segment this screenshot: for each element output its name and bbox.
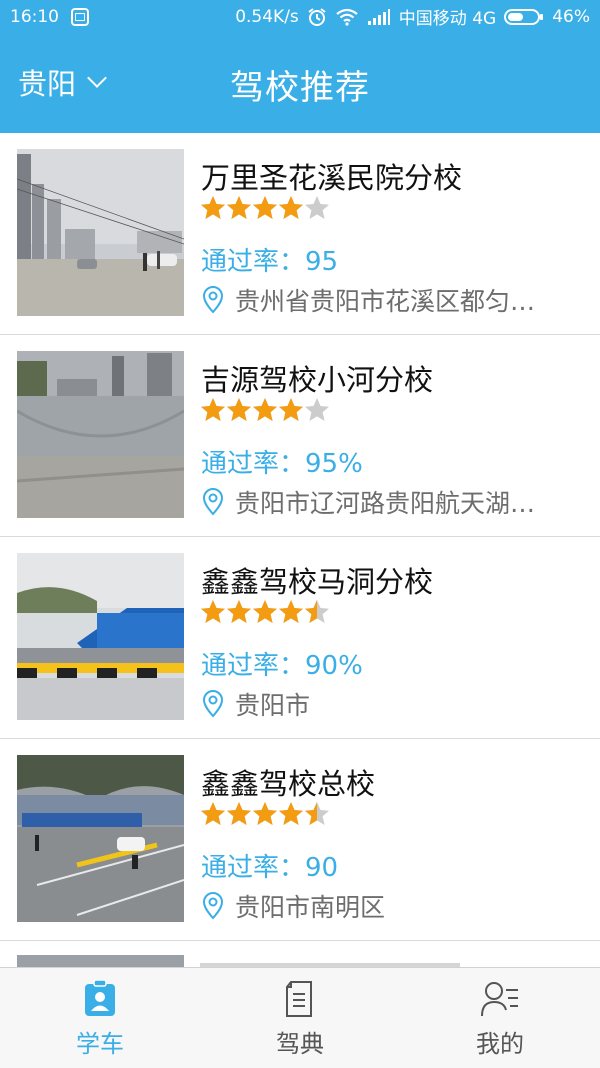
star-icon [227,802,251,825]
star-icon [279,802,303,825]
school-photo [17,553,184,720]
school-card[interactable]: 鑫鑫驾校总校 通过率：90 贵阳市南明区 [0,739,600,941]
star-icon [227,398,251,421]
star-icon [305,600,329,623]
document-icon [286,981,312,1017]
page-title: 驾校推荐 [230,68,370,108]
star-icon [305,398,329,421]
address-text: 贵阳市辽河路贵阳航天湖… [235,489,536,518]
location-pin-icon [202,690,224,718]
tab-label: 学车 [76,1030,124,1058]
star-icon [305,196,329,219]
star-rating [200,195,330,221]
tab-driving-guide[interactable]: 驾典 [200,968,400,1068]
location-pin-icon [202,286,224,314]
school-name: 鑫鑫驾校总校 [201,767,376,801]
battery-icon [504,8,544,25]
star-icon [279,398,303,421]
star-rating [200,801,330,827]
status-time: 16:10 [10,6,59,27]
star-icon [253,398,277,421]
location-pin-icon [202,892,224,920]
id-badge-icon [85,980,115,1016]
tab-label: 驾典 [276,1030,324,1058]
notification-app-icon [71,7,89,26]
school-name: 吉源驾校小河分校 [201,363,434,397]
star-icon [201,802,225,825]
star-icon [201,600,225,623]
battery-percent: 46% [552,6,590,27]
school-photo [17,755,184,922]
school-photo [17,351,184,518]
pass-rate: 通过率：95 [201,247,339,277]
star-rating [200,397,330,423]
school-name: 鑫鑫驾校马洞分校 [201,565,434,599]
school-list: 万里圣花溪民院分校 通过率：95 贵州省贵阳市花溪区都匀… 吉源驾校小河分校 通… [0,133,600,941]
address-text: 贵州省贵阳市花溪区都匀… [235,287,536,316]
pass-rate: 通过率：90% [201,651,363,681]
school-address: 贵阳市辽河路贵阳航天湖… [201,484,581,520]
school-name: 万里圣花溪民院分校 [201,161,463,195]
school-address: 贵州省贵阳市花溪区都匀… [201,282,581,318]
school-card[interactable]: 鑫鑫驾校马洞分校 通过率：90% 贵阳市 [0,537,600,739]
wifi-icon [336,8,358,26]
user-profile-icon [481,982,518,1017]
star-icon [279,600,303,623]
pass-rate: 通过率：95% [201,449,363,479]
star-icon [305,802,329,825]
star-rating [200,599,330,625]
carrier-label: 中国移动 4G [398,9,497,29]
location-pin-icon [202,488,224,516]
school-address: 贵阳市南明区 [201,888,581,924]
tab-learn-driving[interactable]: 学车 [0,968,200,1068]
star-icon [253,600,277,623]
bottom-tab-bar: 学车 驾典 我的 [0,967,600,1068]
app-header: 贵阳 驾校推荐 [0,33,600,133]
address-text: 贵阳市 [235,691,311,720]
star-icon [253,802,277,825]
signal-icon [367,8,390,25]
school-card[interactable]: 吉源驾校小河分校 通过率：95% 贵阳市辽河路贵阳航天湖… [0,335,600,537]
school-address: 贵阳市 [201,686,581,722]
star-icon [227,600,251,623]
star-icon [279,196,303,219]
status-bar: 16:10 0.54K/s 中国移动 4G 46% [0,0,600,33]
star-icon [201,398,225,421]
network-speed: 0.54K/s [235,6,299,27]
school-photo [17,149,184,316]
tab-label: 我的 [476,1030,524,1058]
star-icon [201,196,225,219]
address-text: 贵阳市南明区 [235,893,386,922]
school-card[interactable]: 万里圣花溪民院分校 通过率：95 贵州省贵阳市花溪区都匀… [0,133,600,335]
alarm-icon [308,7,326,26]
pass-rate: 通过率：90 [201,853,339,883]
tab-profile[interactable]: 我的 [400,968,600,1068]
star-icon [253,196,277,219]
star-icon [227,196,251,219]
